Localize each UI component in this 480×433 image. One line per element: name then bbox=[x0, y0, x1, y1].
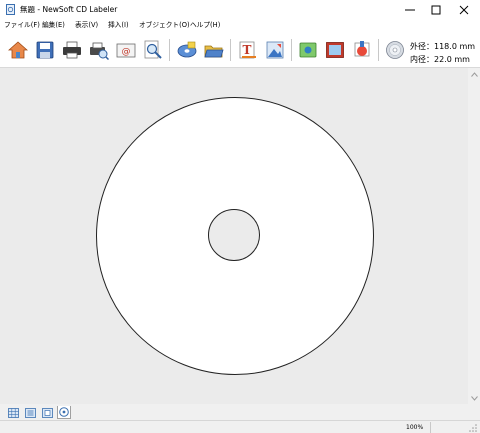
tab-list-view[interactable] bbox=[23, 406, 37, 419]
scroll-down-button[interactable] bbox=[468, 392, 480, 404]
tab-grid-view[interactable] bbox=[6, 406, 20, 419]
vertical-scrollbar[interactable] bbox=[468, 68, 480, 404]
disc-template-button[interactable] bbox=[177, 40, 197, 60]
open-folder-icon bbox=[204, 45, 224, 58]
disc-size-icon bbox=[386, 41, 404, 59]
open-folder-button[interactable] bbox=[204, 40, 224, 60]
clipart-icon bbox=[354, 41, 370, 57]
insert-image-icon bbox=[266, 41, 284, 59]
print-preview-button[interactable] bbox=[89, 40, 109, 60]
insert-text-button[interactable]: T bbox=[238, 40, 258, 60]
frame-button[interactable] bbox=[325, 40, 345, 60]
background-icon bbox=[299, 42, 317, 58]
inner-diameter-value: 22.0 mm bbox=[434, 55, 470, 64]
tab-booklet-view[interactable] bbox=[40, 406, 54, 419]
menu-edit[interactable]: 編集(E) bbox=[42, 21, 65, 30]
print-button[interactable] bbox=[62, 40, 82, 60]
toolbar-separator bbox=[378, 39, 379, 61]
window-title: 無題 - NewSoft CD Labeler bbox=[20, 5, 118, 14]
chevron-down-icon bbox=[470, 395, 478, 401]
zoom-icon bbox=[144, 40, 162, 59]
email-button[interactable]: @ bbox=[116, 40, 136, 60]
print-icon bbox=[63, 41, 81, 59]
background-button[interactable] bbox=[298, 40, 318, 60]
grid-view-icon bbox=[7, 407, 19, 418]
toolbar-separator bbox=[230, 39, 231, 61]
toolbar-separator bbox=[169, 39, 170, 61]
email-icon: @ bbox=[116, 43, 136, 58]
minimize-icon bbox=[405, 9, 415, 10]
status-divider bbox=[430, 422, 431, 433]
list-view-icon bbox=[24, 407, 36, 418]
status-bar: 100% bbox=[0, 420, 480, 433]
menu-help[interactable]: ヘルプ(H) bbox=[190, 21, 220, 30]
maximize-button[interactable] bbox=[423, 0, 449, 19]
disc-dimensions: 外径：118.0 mm 内径：22.0 mm bbox=[410, 40, 475, 66]
frame-icon bbox=[326, 42, 344, 58]
menu-insert[interactable]: 挿入(I) bbox=[108, 21, 129, 30]
disc-center-hole bbox=[208, 209, 260, 261]
outer-diameter-value: 118.0 mm bbox=[434, 42, 476, 51]
clipart-button[interactable] bbox=[352, 40, 372, 60]
print-preview-icon bbox=[90, 42, 109, 60]
outer-diameter: 外径：118.0 mm bbox=[410, 40, 475, 53]
tab-disc-view[interactable] bbox=[57, 406, 71, 419]
disc-view-icon bbox=[59, 407, 69, 417]
toolbar-separator bbox=[291, 39, 292, 61]
resize-grip-icon[interactable] bbox=[468, 423, 478, 433]
maximize-icon bbox=[431, 5, 441, 14]
home-button[interactable] bbox=[8, 40, 28, 60]
disc-size-button[interactable] bbox=[385, 40, 405, 60]
menu-file[interactable]: ファイル(F) bbox=[4, 21, 40, 30]
inner-diameter-label: 内径： bbox=[410, 55, 434, 64]
inner-diameter: 内径：22.0 mm bbox=[410, 53, 475, 66]
view-tabs bbox=[0, 404, 480, 420]
menu-object[interactable]: オブジェクト(O) bbox=[139, 21, 190, 30]
minimize-button[interactable] bbox=[397, 0, 423, 19]
close-icon bbox=[459, 5, 469, 14]
insert-image-button[interactable] bbox=[265, 40, 285, 60]
menu-view[interactable]: 表示(V) bbox=[75, 21, 98, 30]
svg-text:T: T bbox=[243, 43, 252, 57]
title-bar: 無題 - NewSoft CD Labeler bbox=[0, 0, 480, 19]
app-icon bbox=[6, 4, 15, 15]
booklet-view-icon bbox=[41, 407, 53, 418]
disc-template-icon bbox=[177, 41, 197, 58]
scroll-up-button[interactable] bbox=[468, 68, 480, 80]
svg-text:@: @ bbox=[122, 47, 131, 57]
toolbar: @ T 外径：118.0 mm 内径：22.0 mm bbox=[0, 32, 480, 68]
outer-diameter-label: 外径： bbox=[410, 42, 434, 51]
insert-text-icon: T bbox=[239, 41, 256, 59]
zoom-button[interactable] bbox=[143, 40, 163, 60]
close-button[interactable] bbox=[451, 0, 477, 19]
chevron-up-icon bbox=[470, 71, 478, 77]
save-button[interactable] bbox=[35, 40, 55, 60]
home-icon bbox=[8, 41, 28, 59]
zoom-level: 100% bbox=[406, 424, 424, 431]
menu-bar: ファイル(F) 編集(E) 表示(V) 挿入(I) オブジェクト(O) ヘルプ(… bbox=[0, 19, 480, 32]
save-icon bbox=[36, 41, 54, 59]
